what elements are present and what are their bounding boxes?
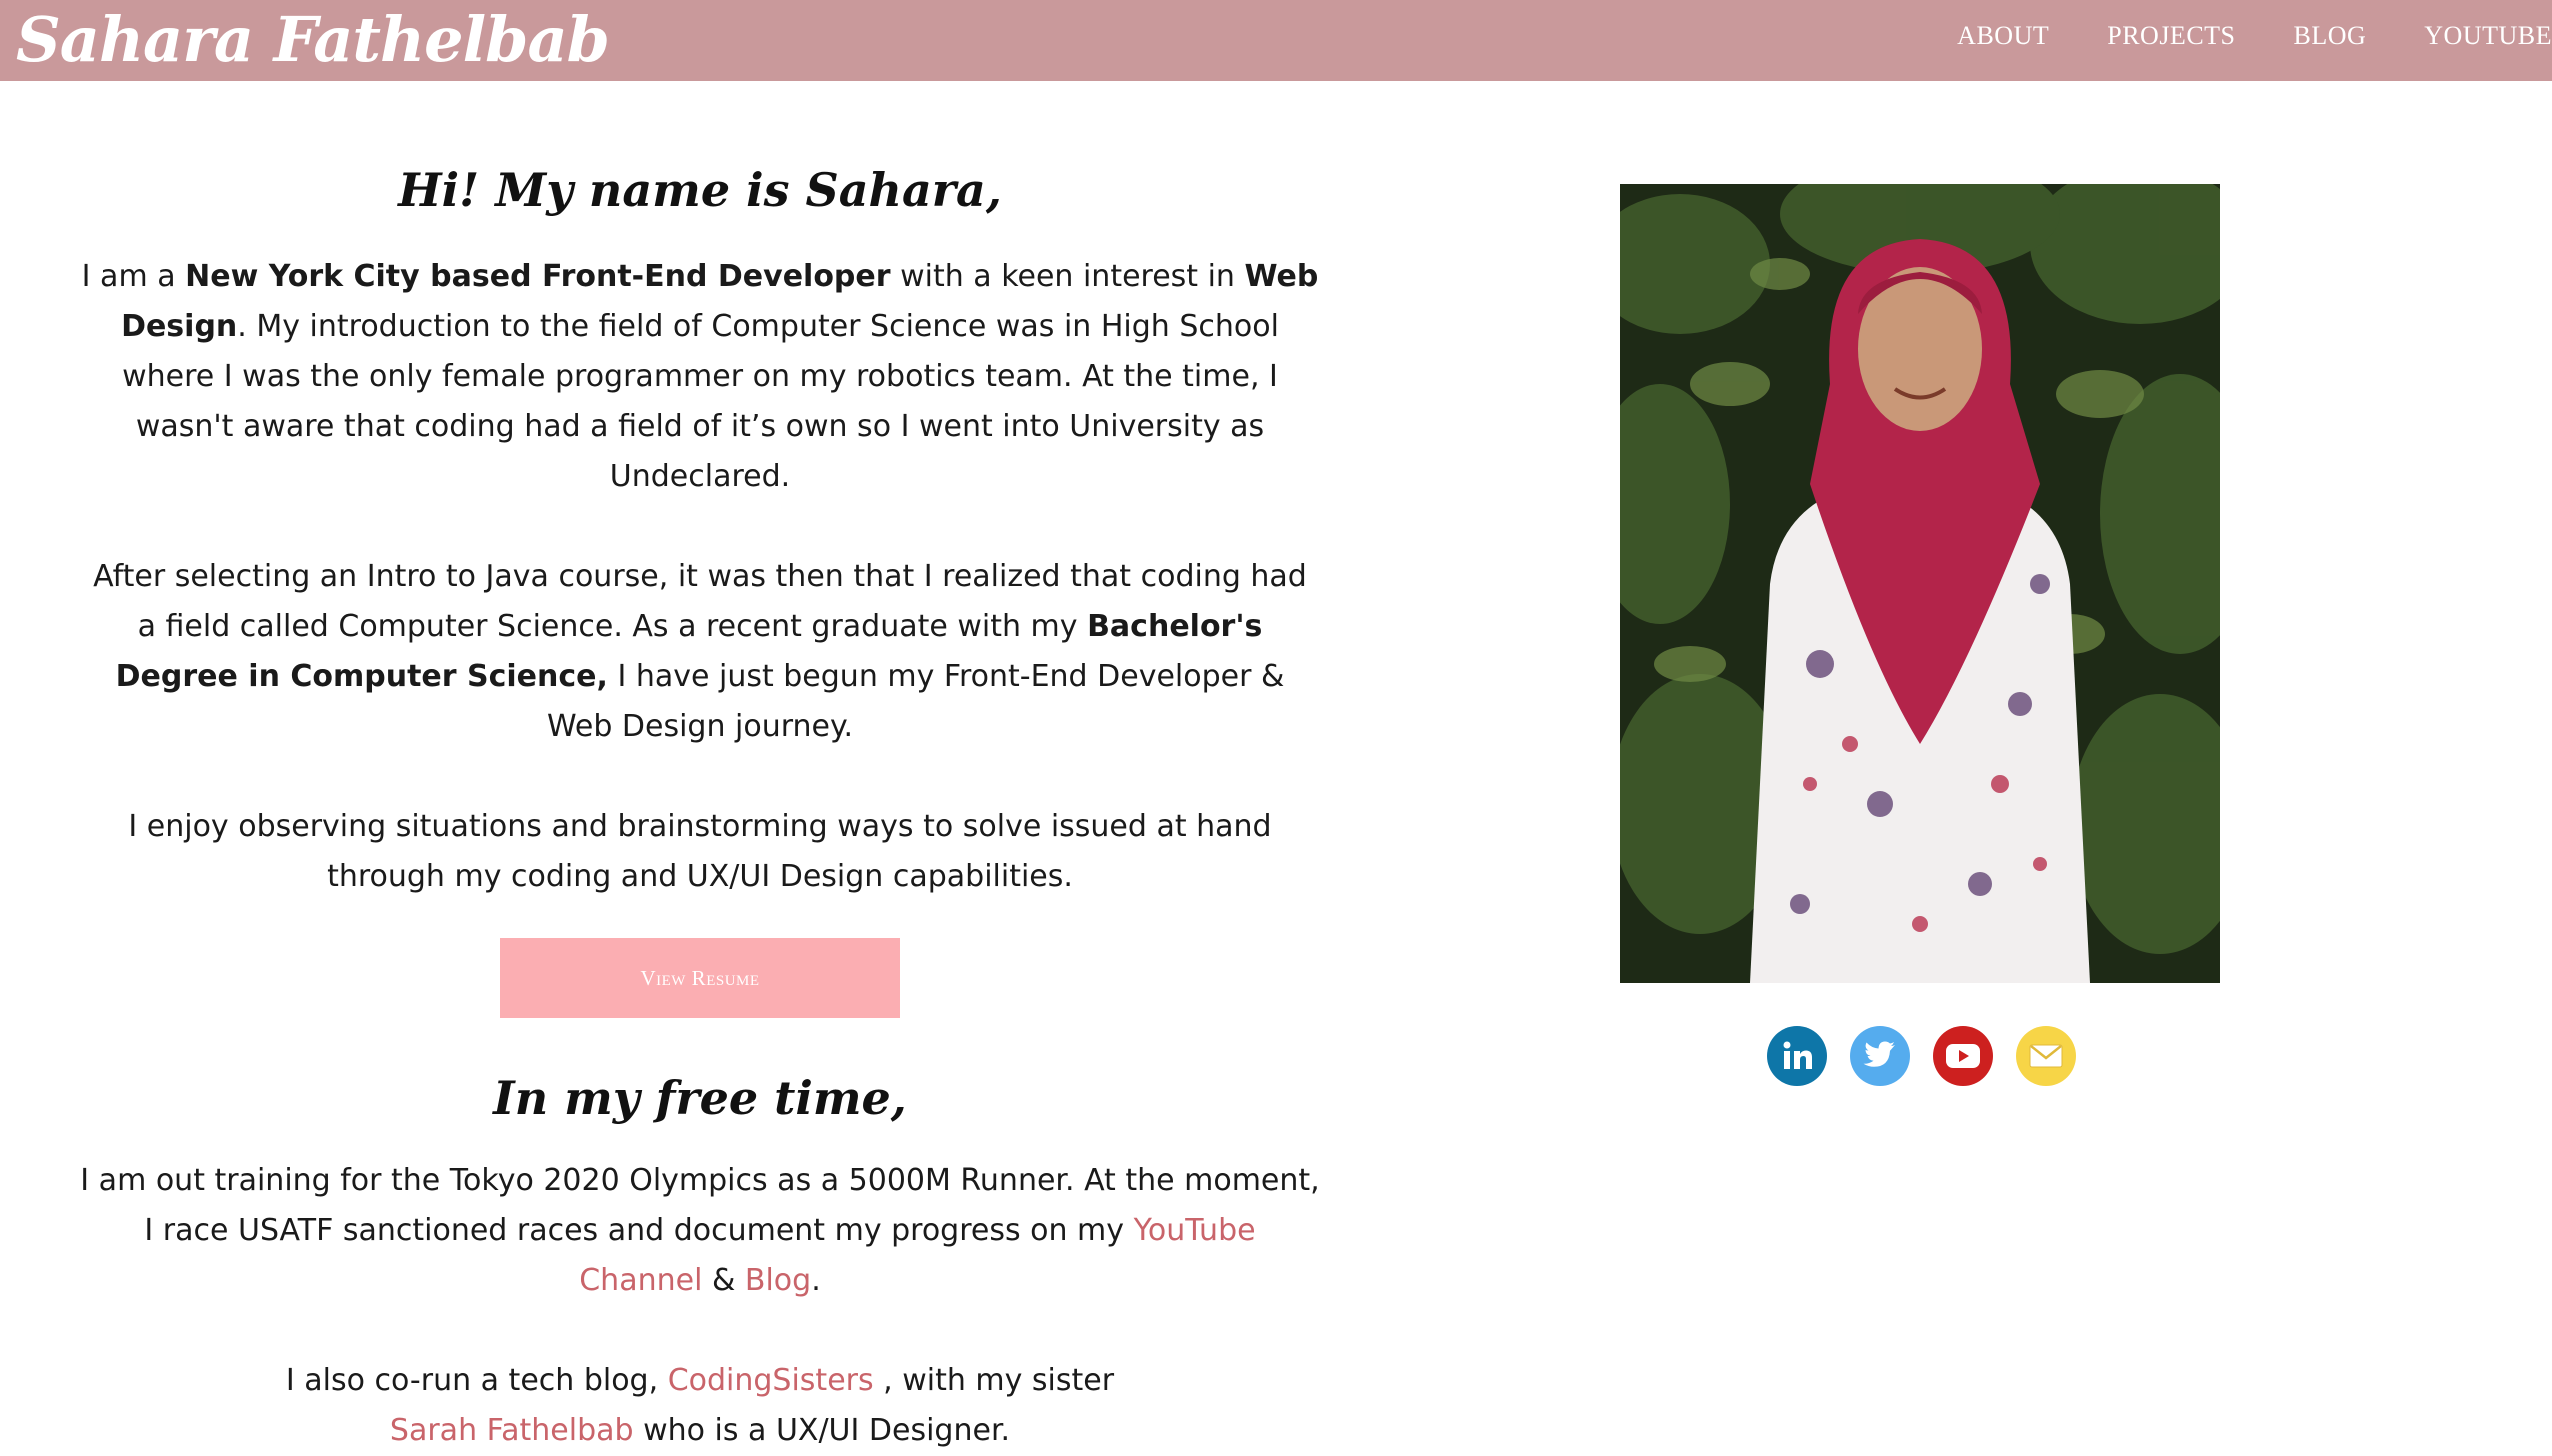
about-paragraph-1: I am a New York City based Front-End Dev… bbox=[81, 259, 1319, 494]
free-time-heading: In my free time, bbox=[493, 1071, 907, 1125]
free-time-paragraph-1: I am out training for the Tokyo 2020 Oly… bbox=[80, 1163, 1320, 1298]
linkedin-icon[interactable] bbox=[1767, 1026, 1827, 1086]
profile-photo bbox=[1620, 184, 2220, 983]
codingsisters-link[interactable]: CodingSisters bbox=[668, 1363, 874, 1398]
nav-about[interactable]: ABOUT bbox=[1957, 21, 2049, 51]
youtube-icon[interactable] bbox=[1933, 1026, 1993, 1086]
greeting-heading: Hi! My name is Sahara, bbox=[398, 163, 1002, 217]
email-icon[interactable] bbox=[2016, 1026, 2076, 1086]
about-paragraph-3: I enjoy observing situations and brainst… bbox=[128, 809, 1272, 894]
about-paragraph-2: After selecting an Intro to Java course,… bbox=[93, 559, 1307, 744]
nav-blog[interactable]: BLOG bbox=[2294, 21, 2367, 51]
header-bar: Sahara Fathelbab ABOUT PROJECTS BLOG YOU… bbox=[0, 0, 2552, 81]
sister-name-link[interactable]: Sarah Fathelbab bbox=[390, 1413, 634, 1448]
free-time-paragraph-2: I also co-run a tech blog, CodingSisters… bbox=[285, 1363, 1115, 1448]
view-resume-button[interactable]: View Resume bbox=[500, 938, 900, 1018]
nav-youtube[interactable]: YOUTUBE bbox=[2424, 21, 2552, 51]
blog-link[interactable]: Blog bbox=[745, 1263, 811, 1298]
twitter-icon[interactable] bbox=[1850, 1026, 1910, 1086]
social-icons bbox=[1767, 1026, 2076, 1086]
nav-projects[interactable]: PROJECTS bbox=[2107, 21, 2235, 51]
site-logo[interactable]: Sahara Fathelbab bbox=[16, 4, 610, 76]
about-section: Hi! My name is Sahara, I am a New York C… bbox=[80, 150, 1320, 1456]
main-nav: ABOUT PROJECTS BLOG YOUTUBE bbox=[1899, 0, 2552, 72]
